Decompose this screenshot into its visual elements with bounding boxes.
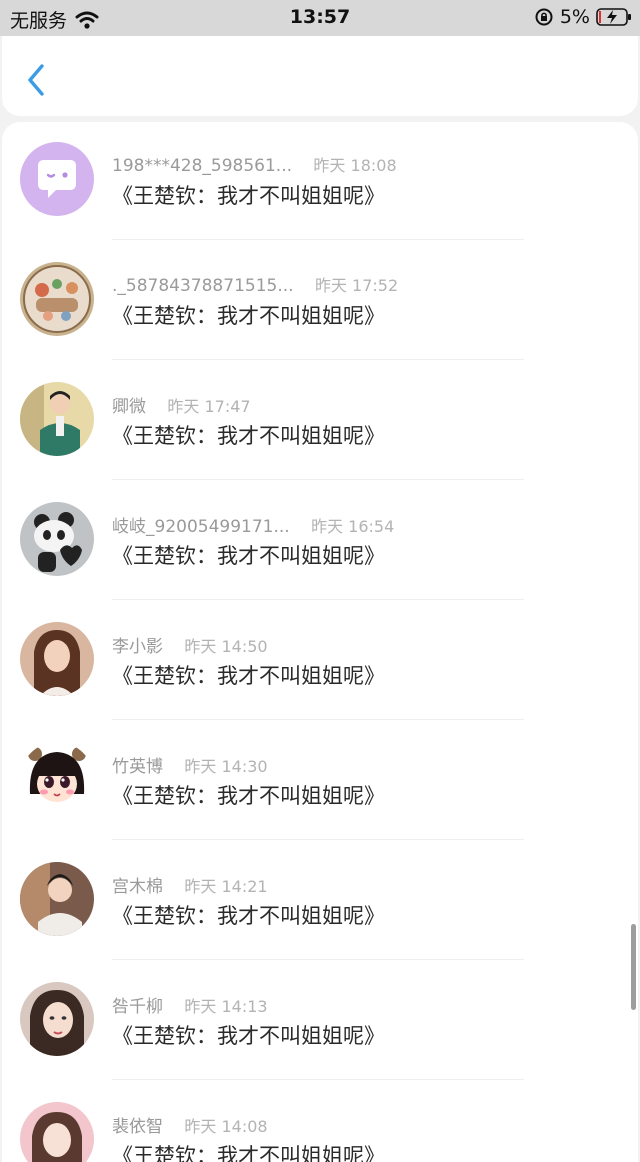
cartoon-girl-avatar bbox=[20, 742, 94, 816]
username[interactable]: 李小影 bbox=[112, 632, 163, 657]
username[interactable]: 咎千柳 bbox=[112, 992, 163, 1017]
comment-meta: 岐岐_92005499171... 昨天 16:54 bbox=[112, 512, 395, 537]
list-item[interactable]: ._58784378871515... 昨天 17:52 《王楚钦：我才不叫姐姐… bbox=[2, 242, 638, 362]
comment-text[interactable]: 《王楚钦：我才不叫姐姐呢》 bbox=[112, 300, 385, 330]
woman-selfie-avatar bbox=[20, 982, 94, 1056]
timestamp: 昨天 14:13 bbox=[184, 997, 268, 1016]
avatar[interactable] bbox=[20, 142, 94, 216]
woman-pink-avatar bbox=[20, 1102, 94, 1162]
comment-meta: 裴依智 昨天 14:08 bbox=[112, 1112, 268, 1137]
avatar[interactable] bbox=[20, 502, 94, 576]
timestamp: 昨天 17:47 bbox=[167, 397, 251, 416]
status-right-group: 5% bbox=[534, 6, 632, 28]
divider bbox=[112, 239, 524, 240]
panda-heart-avatar bbox=[20, 502, 94, 576]
comment-text[interactable]: 《王楚钦：我才不叫姐姐呢》 bbox=[112, 1020, 385, 1050]
username[interactable]: 岐岐_92005499171... bbox=[112, 512, 290, 537]
divider bbox=[112, 479, 524, 480]
comment-meta: 宫木棉 昨天 14:21 bbox=[112, 872, 268, 897]
comment-text[interactable]: 《王楚钦：我才不叫姐姐呢》 bbox=[112, 540, 385, 570]
avatar[interactable] bbox=[20, 862, 94, 936]
comment-text[interactable]: 《王楚钦：我才不叫姐姐呢》 bbox=[112, 900, 385, 930]
comment-meta: 咎千柳 昨天 14:13 bbox=[112, 992, 268, 1017]
cartoon-illustration-avatar bbox=[20, 262, 94, 336]
timestamp: 昨天 14:50 bbox=[184, 637, 268, 656]
timestamp: 昨天 18:08 bbox=[313, 156, 397, 175]
list-item[interactable]: 卿微 昨天 17:47 《王楚钦：我才不叫姐姐呢》 bbox=[2, 362, 638, 482]
vertical-scrollbar[interactable] bbox=[631, 924, 636, 1010]
purple-chat-bubble-avatar bbox=[20, 142, 94, 216]
username[interactable]: 宫木棉 bbox=[112, 872, 163, 897]
timestamp: 昨天 14:08 bbox=[184, 1117, 268, 1136]
man-portrait-avatar bbox=[20, 862, 94, 936]
timestamp: 昨天 14:21 bbox=[184, 877, 268, 896]
username[interactable]: 裴依智 bbox=[112, 1112, 163, 1137]
avatar[interactable] bbox=[20, 742, 94, 816]
username[interactable]: 卿微 bbox=[112, 392, 146, 417]
comment-list: 198***428_598561... 昨天 18:08 《王楚钦：我才不叫姐姐… bbox=[2, 122, 638, 1162]
nav-header bbox=[2, 36, 638, 116]
list-item[interactable]: 宫木棉 昨天 14:21 《王楚钦：我才不叫姐姐呢》 bbox=[2, 842, 638, 962]
battery-percent: 5% bbox=[559, 6, 590, 28]
list-item[interactable]: 咎千柳 昨天 14:13 《王楚钦：我才不叫姐姐呢》 bbox=[2, 962, 638, 1082]
avatar[interactable] bbox=[20, 382, 94, 456]
avatar[interactable] bbox=[20, 262, 94, 336]
battery-charging-icon bbox=[596, 8, 632, 26]
list-item[interactable]: 198***428_598561... 昨天 18:08 《王楚钦：我才不叫姐姐… bbox=[2, 122, 638, 242]
chevron-left-icon bbox=[28, 64, 44, 96]
man-green-coat-avatar bbox=[20, 382, 94, 456]
comment-text[interactable]: 《王楚钦：我才不叫姐姐呢》 bbox=[112, 780, 385, 810]
list-item[interactable]: 岐岐_92005499171... 昨天 16:54 《王楚钦：我才不叫姐姐呢》 bbox=[2, 482, 638, 602]
woman-portrait-avatar bbox=[20, 622, 94, 696]
username[interactable]: ._58784378871515... bbox=[112, 276, 294, 296]
divider bbox=[112, 599, 524, 600]
divider bbox=[112, 359, 524, 360]
avatar[interactable] bbox=[20, 982, 94, 1056]
status-bar: 无服务 13:57 5% bbox=[0, 0, 640, 36]
divider bbox=[112, 959, 524, 960]
list-item[interactable]: 裴依智 昨天 14:08 《王楚钦：我才不叫姐姐呢》 bbox=[2, 1082, 638, 1162]
comment-meta: 198***428_598561... 昨天 18:08 bbox=[112, 152, 397, 176]
back-button[interactable] bbox=[22, 62, 50, 98]
comment-meta: ._58784378871515... 昨天 17:52 bbox=[112, 272, 398, 296]
comment-text[interactable]: 《王楚钦：我才不叫姐姐呢》 bbox=[112, 420, 385, 450]
divider bbox=[112, 1079, 524, 1080]
rotation-lock-icon bbox=[535, 8, 553, 26]
comment-meta: 卿微 昨天 17:47 bbox=[112, 392, 251, 417]
timestamp: 昨天 17:52 bbox=[314, 276, 399, 295]
comment-text[interactable]: 《王楚钦：我才不叫姐姐呢》 bbox=[112, 180, 385, 210]
divider bbox=[112, 839, 524, 840]
list-item[interactable]: 竹英博 昨天 14:30 《王楚钦：我才不叫姐姐呢》 bbox=[2, 722, 638, 842]
timestamp: 昨天 14:30 bbox=[184, 757, 268, 776]
comment-meta: 李小影 昨天 14:50 bbox=[112, 632, 268, 657]
divider bbox=[112, 719, 524, 720]
username[interactable]: 198***428_598561... bbox=[112, 156, 292, 176]
list-item[interactable]: 李小影 昨天 14:50 《王楚钦：我才不叫姐姐呢》 bbox=[2, 602, 638, 722]
timestamp: 昨天 16:54 bbox=[311, 517, 395, 536]
comment-text[interactable]: 《王楚钦：我才不叫姐姐呢》 bbox=[112, 660, 385, 690]
comment-meta: 竹英博 昨天 14:30 bbox=[112, 752, 268, 777]
comment-text[interactable]: 《王楚钦：我才不叫姐姐呢》 bbox=[112, 1140, 385, 1162]
username[interactable]: 竹英博 bbox=[112, 752, 163, 777]
avatar[interactable] bbox=[20, 622, 94, 696]
avatar[interactable] bbox=[20, 1102, 94, 1162]
